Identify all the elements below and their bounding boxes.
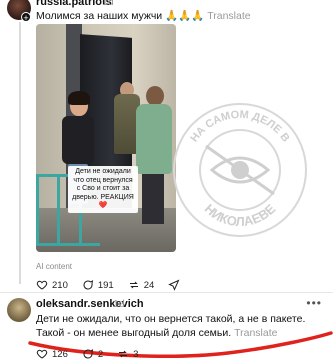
video-person-boy bbox=[136, 104, 172, 174]
post-actions: 210 191 24 bbox=[36, 278, 180, 292]
comment-button[interactable]: 191 bbox=[82, 279, 114, 291]
translate-link[interactable]: Translate bbox=[207, 10, 250, 22]
video-overlay-text: Дети не ожидали что отец вернулся с Сво … bbox=[68, 166, 138, 213]
comment-count: 191 bbox=[97, 279, 114, 291]
svg-text:НИКОЛАЕВЕ: НИКОЛАЕВЕ bbox=[202, 201, 279, 229]
repost-count: 24 bbox=[143, 279, 155, 291]
heart-icon bbox=[36, 280, 48, 290]
video-person-boy-head bbox=[146, 86, 164, 106]
reply-repost-button[interactable]: 3 bbox=[117, 348, 138, 360]
heart-icon bbox=[36, 349, 48, 359]
reply-text: Дети не ожидали, что он вернется такой, … bbox=[36, 312, 328, 340]
reply-repost-count: 3 bbox=[133, 348, 139, 360]
post-divider bbox=[0, 292, 333, 293]
ai-content-label[interactable]: AI content bbox=[36, 262, 72, 271]
video-person-boy-legs bbox=[142, 174, 164, 224]
comment-icon bbox=[83, 280, 94, 290]
reply-avatar[interactable] bbox=[7, 298, 31, 322]
reply-comment-count: 2 bbox=[97, 348, 104, 360]
post-caption-text: Молимся за наших мужчи 🙏🙏🙏 bbox=[36, 10, 205, 22]
watermark-text-bottom: НИКОЛАЕВЕ bbox=[202, 201, 279, 229]
reply-like-count: 126 bbox=[52, 348, 68, 360]
share-button[interactable] bbox=[168, 279, 180, 291]
thread-line bbox=[19, 22, 21, 284]
send-icon bbox=[168, 279, 180, 291]
post-username[interactable]: russia.patriots bbox=[36, 0, 112, 8]
reply-translate-link[interactable]: Translate bbox=[234, 327, 277, 339]
like-button[interactable]: 210 bbox=[36, 279, 68, 291]
post-time: 1d bbox=[102, 0, 114, 8]
repost-icon bbox=[129, 281, 138, 289]
reply-username[interactable]: oleksandr.senkevich bbox=[36, 298, 144, 310]
reply-actions: 126 2 3 bbox=[36, 347, 138, 360]
like-count: 210 bbox=[52, 279, 68, 291]
watermark-eye-logo: НА САМОМ ДЕЛЕ В НИКОЛАЕВЕ bbox=[173, 103, 307, 237]
repost-icon bbox=[119, 350, 128, 358]
reply-like-button[interactable]: 126 bbox=[36, 348, 68, 360]
repost-button[interactable]: 24 bbox=[128, 279, 155, 291]
more-options-icon[interactable]: ••• bbox=[306, 296, 322, 310]
comment-icon bbox=[83, 349, 94, 359]
reply-comment-button[interactable]: 2 bbox=[82, 348, 103, 360]
post-video[interactable]: Дети не ожидали что отец вернулся с Сво … bbox=[36, 24, 176, 252]
follow-plus-icon[interactable]: + bbox=[21, 12, 31, 23]
post-caption: Молимся за наших мужчи 🙏🙏🙏 Translate bbox=[36, 9, 251, 22]
reply-time: 1d bbox=[113, 298, 125, 310]
